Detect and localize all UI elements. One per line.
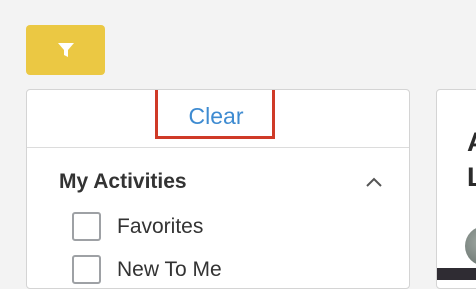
clear-button[interactable]: Clear [157,90,275,143]
new-to-me-label: New To Me [117,257,222,281]
avatar [465,226,476,266]
my-activities-header[interactable]: My Activities [59,162,385,202]
favorites-label: Favorites [117,214,204,238]
filter-panel: Clear My Activities Favorites New To Me [26,89,410,289]
filter-icon [57,43,74,57]
filter-button[interactable] [26,25,105,75]
panel-top-bar: Clear [27,90,409,148]
card-image-strip [437,268,476,280]
activity-card[interactable]: A L [436,89,476,289]
chevron-up-icon[interactable] [363,171,385,193]
section-title: My Activities [59,170,187,193]
new-to-me-checkbox[interactable] [72,255,101,284]
favorites-checkbox[interactable] [72,212,101,241]
option-favorites[interactable]: Favorites [72,212,203,241]
card-title: A L [467,125,476,195]
option-new-to-me[interactable]: New To Me [72,255,222,284]
